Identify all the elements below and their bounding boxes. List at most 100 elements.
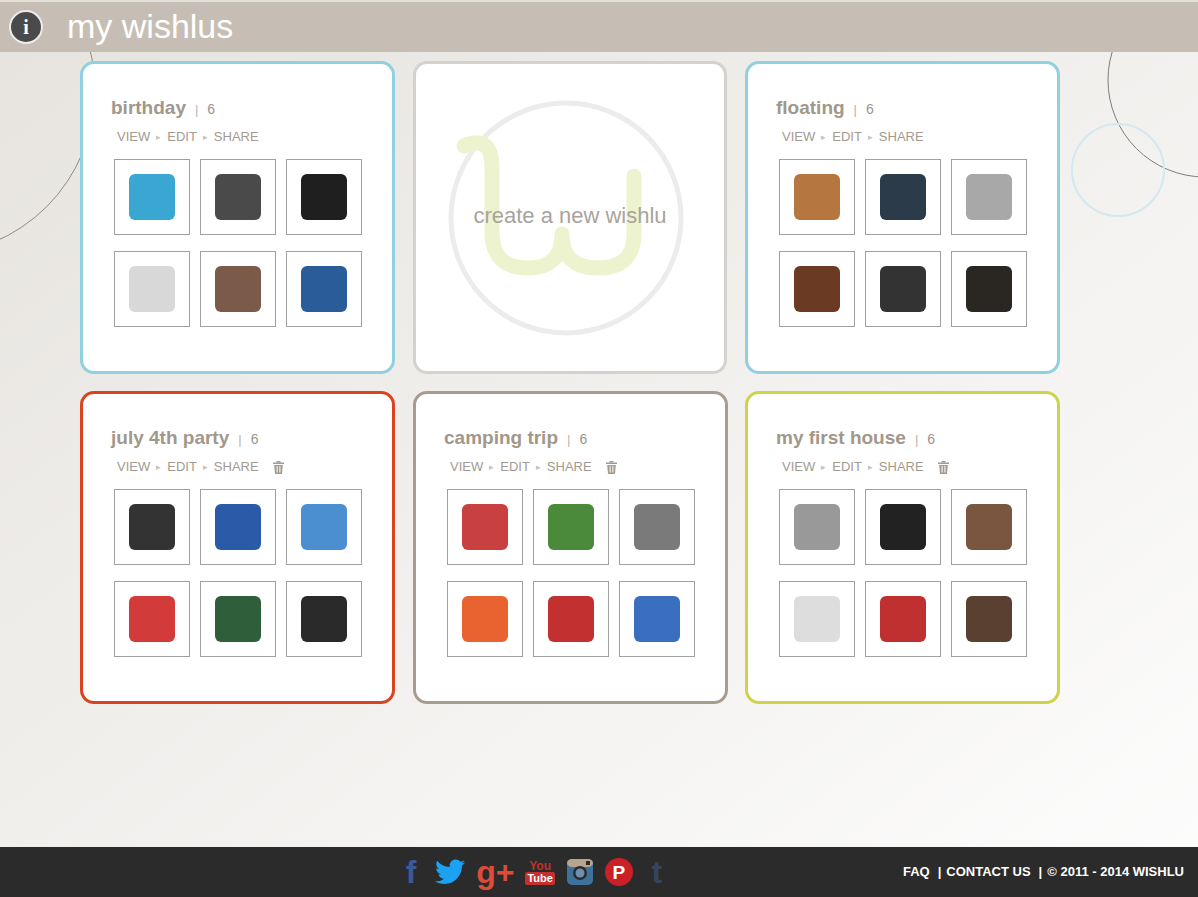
product-thumbnail[interactable] (951, 581, 1027, 657)
product-image (215, 596, 261, 642)
wishlist-title[interactable]: july 4th party (111, 425, 229, 451)
google-plus-icon[interactable]: g+ (476, 855, 514, 889)
action-link[interactable]: VIEW (117, 128, 150, 146)
social-glyph: f (406, 856, 417, 888)
wishlist-card: floating|6VIEW▸EDIT▸SHARE (745, 61, 1060, 374)
twitter-icon[interactable] (435, 855, 465, 889)
action-separator: ▸ (203, 458, 208, 476)
wishlist-title[interactable]: camping trip (444, 425, 558, 451)
product-image (462, 596, 508, 642)
action-link[interactable]: VIEW (117, 458, 150, 476)
product-thumbnail[interactable] (779, 489, 855, 565)
product-thumbnail[interactable] (447, 581, 523, 657)
wishlist-title[interactable]: my first house (776, 425, 906, 451)
trash-icon[interactable] (938, 461, 949, 474)
wishlist-title-row: camping trip|6 (444, 425, 725, 453)
product-thumbnail[interactable] (951, 251, 1027, 327)
product-image (301, 596, 347, 642)
wishlist-card: my first house|6VIEW▸EDIT▸SHARE (745, 391, 1060, 704)
action-separator: ▸ (156, 128, 161, 146)
product-thumbnail[interactable] (200, 489, 276, 565)
wishlist-title-row: my first house | 6 (776, 425, 1057, 453)
wishlist-title[interactable]: floating (776, 95, 845, 121)
count-separator: | (915, 427, 918, 453)
product-thumbnail[interactable] (951, 489, 1027, 565)
wishlist-actions: VIEW▸EDIT▸SHARE (444, 458, 725, 476)
action-link[interactable]: EDIT (167, 128, 197, 146)
product-thumbnail[interactable] (865, 251, 941, 327)
product-thumbnail[interactable] (779, 581, 855, 657)
product-image (880, 504, 926, 550)
action-link[interactable]: SHARE (547, 458, 592, 476)
wishlist-actions: VIEW▸EDIT▸SHARE (776, 128, 1057, 146)
action-link[interactable]: SHARE (214, 128, 259, 146)
wishlist-actions: VIEW▸EDIT▸SHARE (111, 128, 392, 146)
action-link[interactable]: EDIT (832, 458, 862, 476)
product-thumbnail[interactable] (951, 159, 1027, 235)
youtube-icon[interactable]: YouTube (525, 855, 554, 889)
product-thumbnail[interactable] (114, 159, 190, 235)
wishlist-actions: VIEW▸EDIT▸SHARE (111, 458, 392, 476)
pinterest-icon[interactable]: P (605, 855, 633, 889)
action-link[interactable]: SHARE (879, 458, 924, 476)
wishlist-title[interactable]: birthday (111, 95, 186, 121)
action-link[interactable]: EDIT (832, 128, 862, 146)
action-link[interactable]: VIEW (450, 458, 483, 476)
instagram-icon[interactable] (566, 855, 594, 889)
footer-link[interactable]: CONTACT US (946, 862, 1030, 882)
action-link[interactable]: EDIT (500, 458, 530, 476)
count-separator: | (567, 427, 570, 453)
product-thumbnail[interactable] (114, 251, 190, 327)
wishlist-card: birthday|6VIEW▸EDIT▸SHARE (80, 61, 395, 374)
product-thumbnail[interactable] (865, 581, 941, 657)
product-thumbnail[interactable] (286, 251, 362, 327)
product-image (548, 596, 594, 642)
action-link[interactable]: VIEW (782, 458, 815, 476)
product-thumbnail[interactable] (865, 489, 941, 565)
product-thumbnail[interactable] (619, 581, 695, 657)
social-links: f g+ YouTube Pt (398, 855, 670, 889)
product-image (301, 174, 347, 220)
footer-separator: | (1039, 862, 1043, 882)
product-thumbnail[interactable] (533, 489, 609, 565)
product-image (215, 174, 261, 220)
youtube-logo: YouTube (525, 860, 554, 885)
product-thumbnail[interactable] (533, 581, 609, 657)
action-link[interactable]: VIEW (782, 128, 815, 146)
product-thumbnail[interactable] (200, 251, 276, 327)
trash-icon[interactable] (606, 461, 617, 474)
product-thumbnail[interactable] (286, 581, 362, 657)
trash-icon[interactable] (273, 461, 284, 474)
item-count: 6 (927, 426, 935, 452)
action-link[interactable]: SHARE (214, 458, 259, 476)
product-thumbnail[interactable] (779, 159, 855, 235)
footer-separator: | (938, 862, 942, 882)
count-separator: | (854, 97, 857, 123)
footer-link[interactable]: FAQ (903, 862, 930, 882)
action-link[interactable]: SHARE (879, 128, 924, 146)
product-thumbnail[interactable] (286, 159, 362, 235)
product-thumbnail[interactable] (114, 489, 190, 565)
tumblr-icon[interactable]: t (644, 855, 670, 889)
create-wishlu-card[interactable]: create a new wishlu (413, 61, 727, 374)
action-link[interactable]: EDIT (167, 458, 197, 476)
product-thumbnail[interactable] (286, 489, 362, 565)
product-image (129, 504, 175, 550)
product-thumbnail[interactable] (447, 489, 523, 565)
product-thumbnail[interactable] (200, 581, 276, 657)
product-image (215, 504, 261, 550)
product-thumbnail[interactable] (114, 581, 190, 657)
item-count: 6 (207, 96, 215, 122)
product-thumbnail[interactable] (865, 159, 941, 235)
product-thumbnail[interactable] (200, 159, 276, 235)
footer-links: FAQ|CONTACT US|© 2011 - 2014 WISHLU (670, 862, 1198, 882)
product-thumbnail[interactable] (779, 251, 855, 327)
product-thumbnail[interactable] (619, 489, 695, 565)
wishlist-title-row: birthday|6 (111, 95, 392, 123)
info-icon[interactable]: i (9, 10, 43, 44)
product-image (794, 266, 840, 312)
facebook-icon[interactable]: f (398, 855, 424, 889)
product-image (301, 504, 347, 550)
product-image (129, 174, 175, 220)
instagram-camera (566, 858, 594, 886)
